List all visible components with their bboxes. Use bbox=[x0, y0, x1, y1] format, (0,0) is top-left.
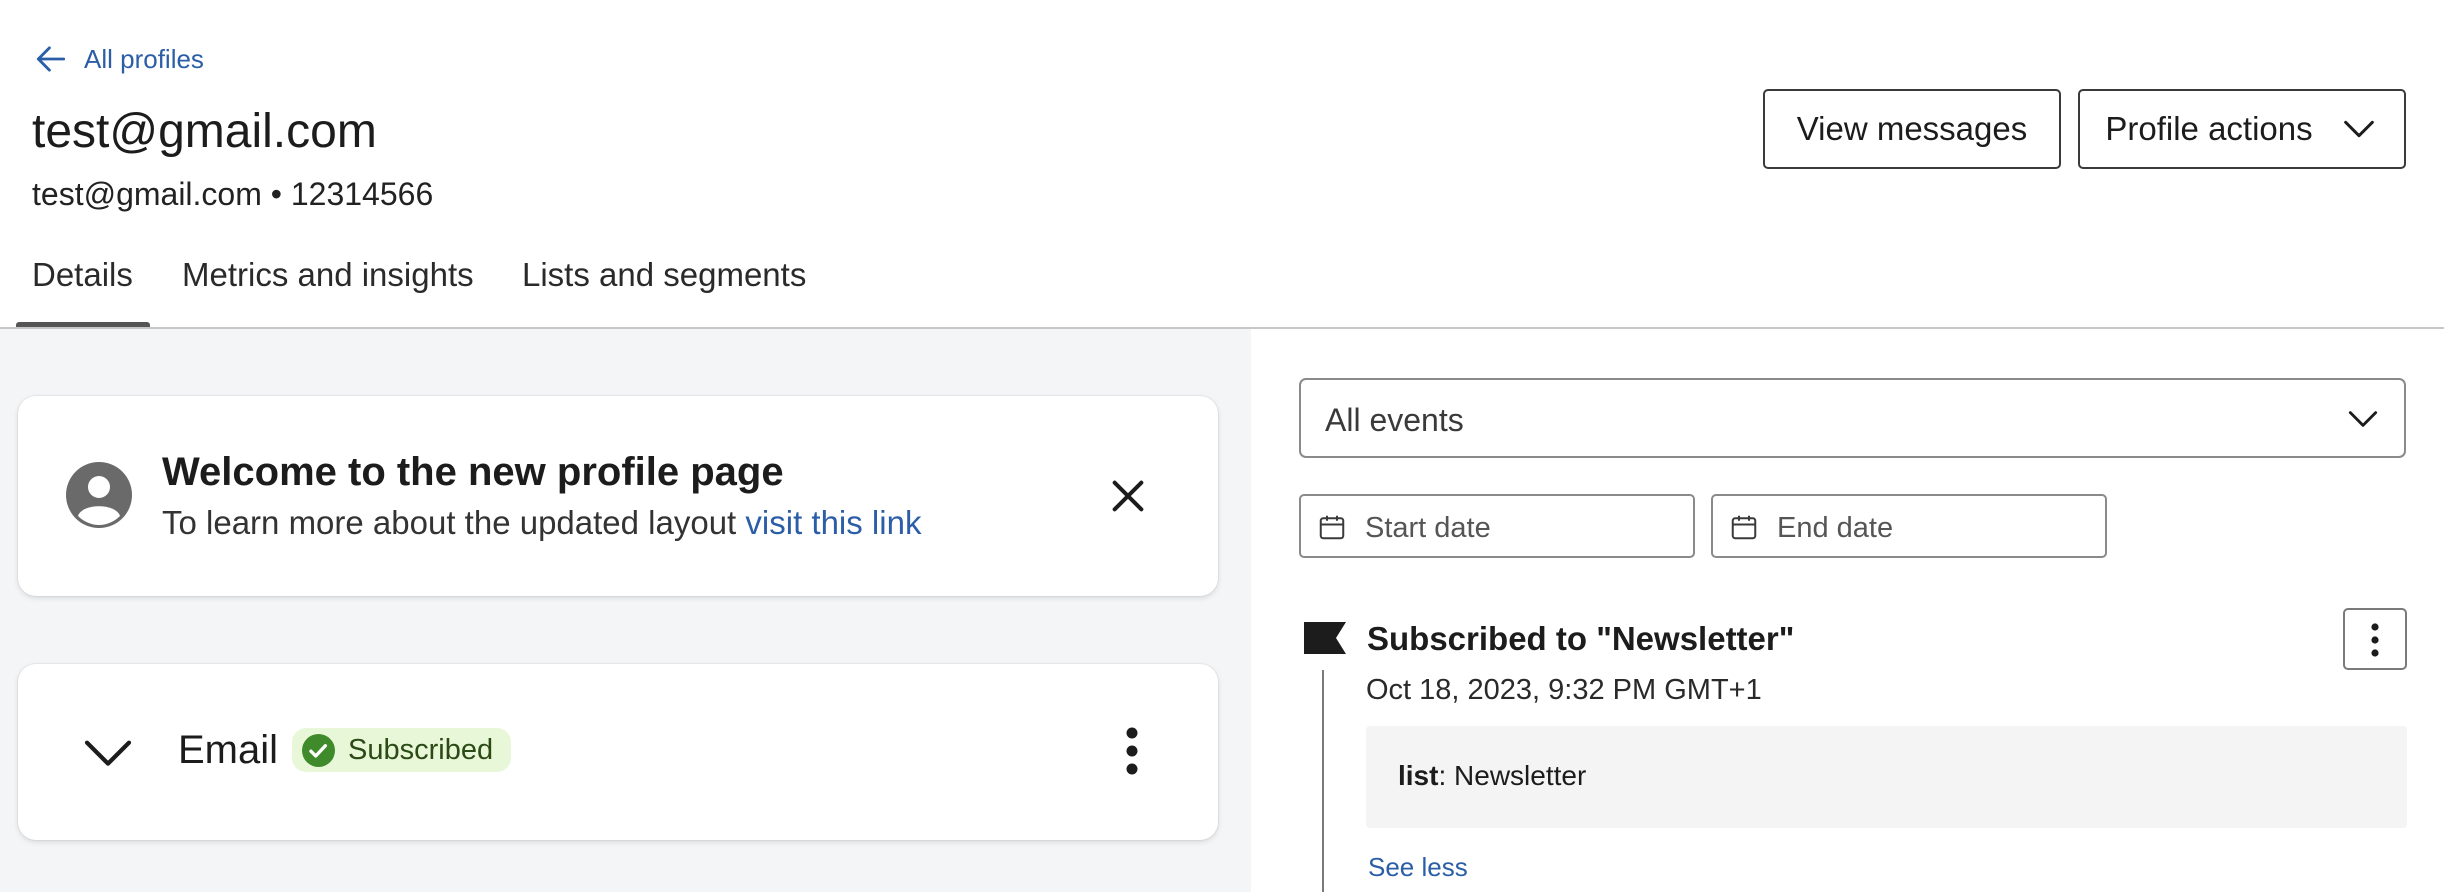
profile-actions-label: Profile actions bbox=[2105, 110, 2313, 147]
event-menu-button[interactable] bbox=[2343, 608, 2407, 670]
calendar-icon bbox=[1731, 515, 1757, 540]
welcome-text: To learn more about the updated layout v… bbox=[162, 504, 921, 542]
start-date-placeholder: Start date bbox=[1365, 512, 1491, 544]
event-detail-value: : Newsletter bbox=[1438, 760, 1587, 791]
event-type-select-value: All events bbox=[1325, 402, 1464, 438]
event-title: Subscribed to "Newsletter" bbox=[1367, 620, 1795, 657]
visit-link[interactable]: visit this link bbox=[745, 504, 921, 541]
tab-details[interactable]: Details bbox=[32, 256, 133, 294]
status-badge-label: Subscribed bbox=[348, 733, 494, 766]
flag-icon bbox=[1304, 622, 1346, 654]
event-detail-box: list: Newsletter bbox=[1366, 726, 2407, 828]
end-date-placeholder: End date bbox=[1777, 512, 1894, 544]
welcome-text-body: To learn more about the updated layout bbox=[162, 504, 746, 541]
chevron-down-icon[interactable] bbox=[80, 724, 136, 780]
tab-lists-and-segments[interactable]: Lists and segments bbox=[522, 256, 806, 294]
arrow-left-icon bbox=[36, 46, 66, 72]
event-detail-text: list: Newsletter bbox=[1398, 760, 1586, 792]
page-subtitle: test@gmail.com • 12314566 bbox=[32, 176, 434, 212]
welcome-card: Welcome to the new profile page To learn… bbox=[18, 396, 1218, 596]
email-card: Email Subscribed bbox=[18, 664, 1218, 840]
end-date-input[interactable]: End date bbox=[1711, 494, 2107, 558]
view-messages-button[interactable]: View messages bbox=[1763, 89, 2061, 169]
back-link-label: All profiles bbox=[84, 43, 204, 74]
event-type-select[interactable]: All events bbox=[1299, 378, 2406, 458]
status-badge: Subscribed bbox=[292, 728, 512, 772]
tab-bar: Details Metrics and insights Lists and s… bbox=[0, 240, 2444, 330]
event-timestamp: Oct 18, 2023, 9:32 PM GMT+1 bbox=[1366, 674, 1762, 706]
user-circle-icon bbox=[66, 462, 132, 528]
check-circle-icon bbox=[302, 734, 335, 767]
chevron-down-icon bbox=[2343, 120, 2374, 138]
event-detail-key: list bbox=[1398, 760, 1439, 791]
tab-metrics-and-insights[interactable]: Metrics and insights bbox=[182, 256, 474, 294]
back-link[interactable]: All profiles bbox=[32, 40, 204, 78]
kebab-icon[interactable] bbox=[1124, 726, 1140, 776]
welcome-title: Welcome to the new profile page bbox=[162, 450, 784, 494]
calendar-icon bbox=[1319, 515, 1345, 540]
kebab-icon bbox=[2371, 623, 2379, 657]
profile-actions-button[interactable]: Profile actions bbox=[2078, 89, 2406, 169]
page-title: test@gmail.com bbox=[32, 105, 377, 158]
see-less-link[interactable]: See less bbox=[1368, 852, 1468, 883]
start-date-input[interactable]: Start date bbox=[1299, 494, 1695, 558]
close-icon[interactable] bbox=[1108, 476, 1148, 516]
timeline-line bbox=[1322, 670, 1324, 892]
email-label: Email bbox=[178, 728, 279, 772]
chevron-down-icon bbox=[2348, 411, 2378, 427]
view-messages-label: View messages bbox=[1796, 110, 2028, 147]
